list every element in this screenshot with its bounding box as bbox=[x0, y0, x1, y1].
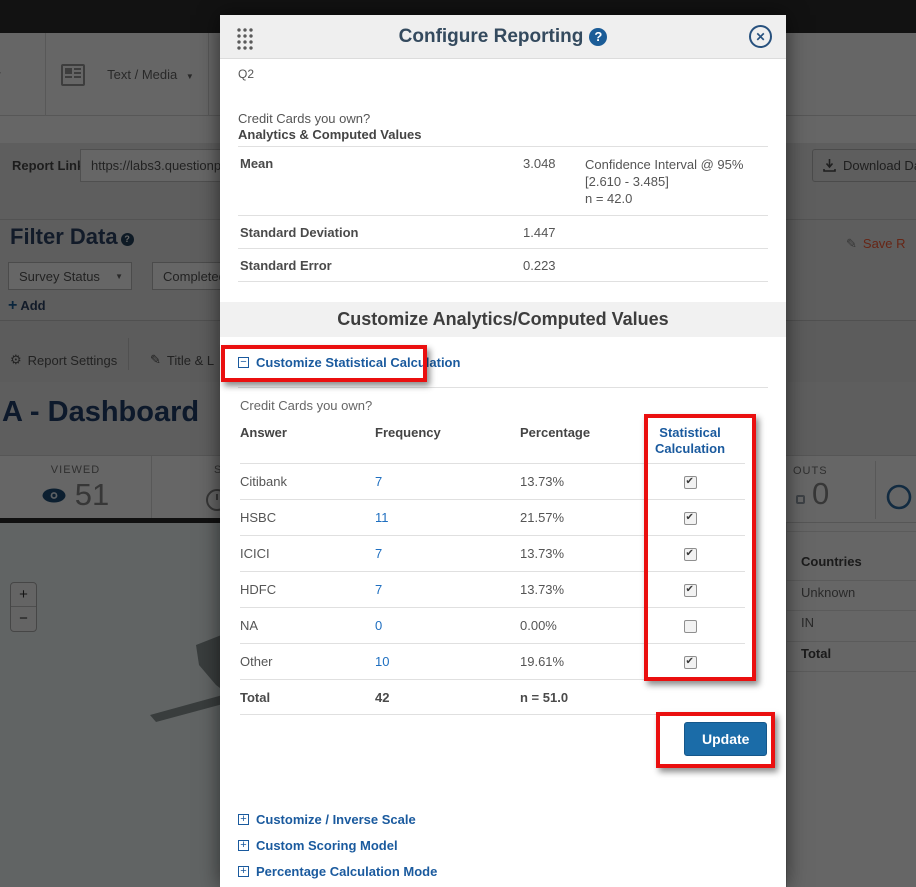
analytics-row-stderr: Standard Error 0.223 bbox=[238, 248, 768, 282]
frequency-link[interactable]: 10 bbox=[375, 654, 389, 669]
section-label: Percentage Calculation Mode bbox=[256, 864, 437, 879]
modal-header: Configure Reporting? ✕ bbox=[220, 15, 786, 59]
analytics-heading: Analytics & Computed Values bbox=[238, 127, 422, 142]
table-row: HDFC 7 13.73% bbox=[240, 571, 745, 607]
frequency-link[interactable]: 7 bbox=[375, 582, 382, 597]
section-customize-inverse-scale[interactable]: + Customize / Inverse Scale bbox=[238, 812, 416, 827]
table-row: ICICI 7 13.73% bbox=[240, 535, 745, 571]
section-custom-scoring-model[interactable]: + Custom Scoring Model bbox=[238, 838, 398, 853]
stat-calc-checkbox[interactable] bbox=[684, 620, 697, 633]
configure-reporting-modal: Configure Reporting? ✕ Q2 Credit Cards y… bbox=[220, 15, 786, 887]
sample-size: n = 42.0 bbox=[585, 190, 768, 207]
section-customize-statistical-calculation[interactable]: − Customize Statistical Calculation bbox=[238, 355, 460, 370]
section-label: Customize / Inverse Scale bbox=[256, 812, 416, 827]
analytics-row-mean: Mean 3.048 Confidence Interval @ 95% [2.… bbox=[238, 146, 768, 215]
table-row: HSBC 11 21.57% bbox=[240, 499, 745, 535]
section-percentage-calculation-mode[interactable]: + Percentage Calculation Mode bbox=[238, 864, 437, 879]
table-total-row: Total 42 n = 51.0 bbox=[240, 679, 745, 715]
divider bbox=[238, 387, 768, 388]
update-button[interactable]: Update bbox=[684, 722, 767, 756]
table-row: NA 0 0.00% bbox=[240, 607, 745, 643]
frequency-link[interactable]: 0 bbox=[375, 618, 382, 633]
question-text-repeat: Credit Cards you own? bbox=[240, 398, 372, 413]
expand-icon[interactable]: + bbox=[238, 840, 249, 851]
frequency-link[interactable]: 7 bbox=[375, 474, 382, 489]
question-code: Q2 bbox=[238, 67, 254, 81]
stat-calc-checkbox[interactable] bbox=[684, 584, 697, 597]
analytics-row-stddev: Standard Deviation 1.447 bbox=[238, 215, 768, 248]
question-text: Credit Cards you own? bbox=[238, 111, 370, 126]
expand-icon[interactable]: + bbox=[238, 866, 249, 877]
answers-table-header: Answer Frequency Percentage Statistical … bbox=[240, 422, 745, 463]
stat-calc-checkbox[interactable] bbox=[684, 512, 697, 525]
section-label: Custom Scoring Model bbox=[256, 838, 398, 853]
confidence-interval: Confidence Interval @ 95% [2.610 - 3.485… bbox=[585, 156, 768, 190]
close-icon[interactable]: ✕ bbox=[749, 25, 772, 48]
section-label: Customize Statistical Calculation bbox=[256, 355, 460, 370]
collapse-icon[interactable]: − bbox=[238, 357, 249, 368]
help-icon[interactable]: ? bbox=[589, 28, 607, 46]
analytics-table: Mean 3.048 Confidence Interval @ 95% [2.… bbox=[238, 146, 768, 282]
stat-calc-checkbox[interactable] bbox=[684, 656, 697, 669]
table-row: Other 10 19.61% bbox=[240, 643, 745, 679]
frequency-link[interactable]: 11 bbox=[375, 510, 389, 525]
stat-calc-checkbox[interactable] bbox=[684, 548, 697, 561]
stat-calc-checkbox[interactable] bbox=[684, 476, 697, 489]
expand-icon[interactable]: + bbox=[238, 814, 249, 825]
table-row: Citibank 7 13.73% bbox=[240, 463, 745, 499]
customize-band-heading: Customize Analytics/Computed Values bbox=[220, 302, 786, 337]
modal-title: Configure Reporting bbox=[399, 26, 584, 47]
frequency-link[interactable]: 7 bbox=[375, 546, 382, 561]
answers-table: Answer Frequency Percentage Statistical … bbox=[240, 422, 745, 715]
